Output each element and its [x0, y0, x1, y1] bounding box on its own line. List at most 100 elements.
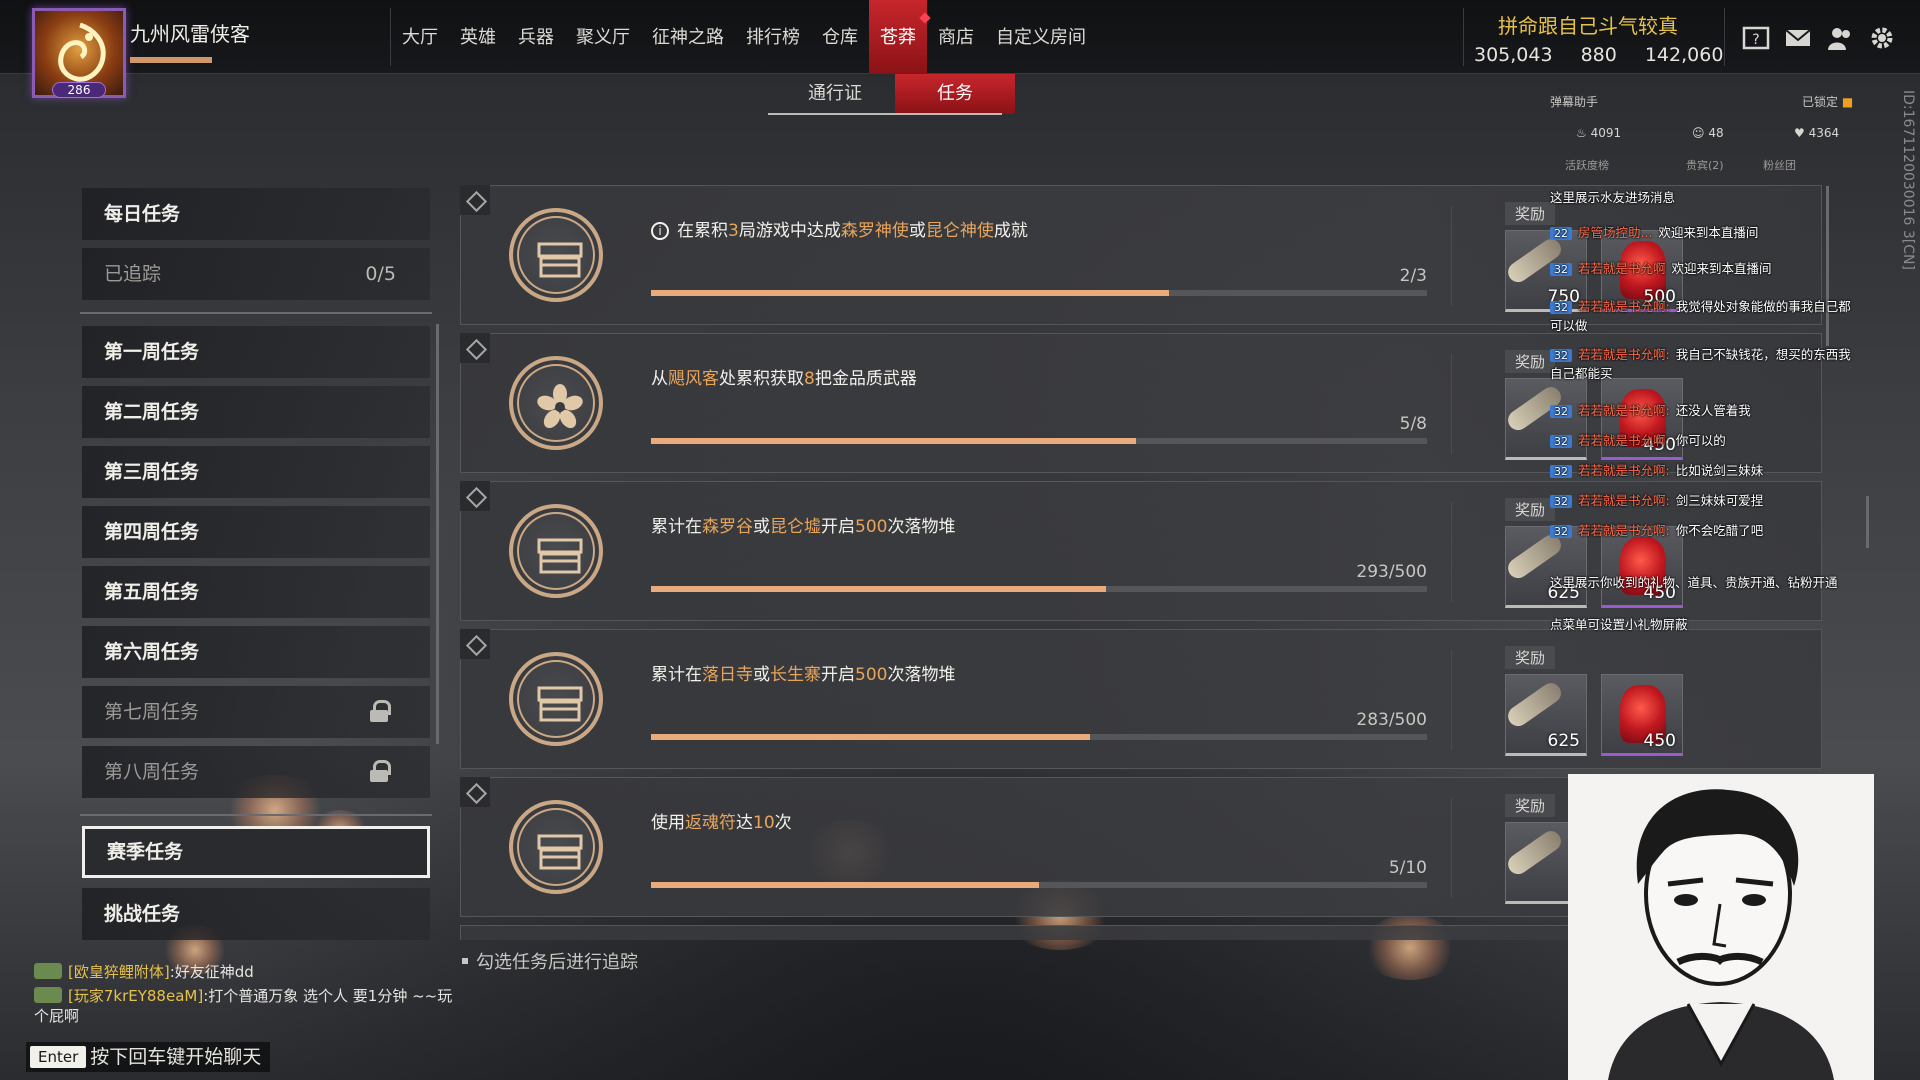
reward-count: 625 — [1547, 731, 1580, 751]
nav-item[interactable]: 聚义厅 — [565, 0, 641, 74]
sidebar-week-task[interactable]: 第四周任务 — [82, 506, 430, 558]
currency-b: 880 — [1580, 44, 1617, 66]
chat-hint: 按下回车键开始聊天 — [90, 1046, 262, 1068]
task-text-part: 8 — [804, 369, 815, 389]
sidebar-week-task[interactable]: 第七周任务 — [82, 686, 430, 738]
danmu-user: 若若就是书允啊: — [1578, 403, 1670, 418]
fan-badge: 32 — [1550, 495, 1572, 508]
task-progress-fill — [651, 290, 1169, 296]
reward-item-scroll[interactable]: 625 — [1504, 674, 1587, 756]
stream-id: ID:1671120030016 3[CN] — [1900, 90, 1916, 270]
dragon-emblem-icon — [58, 22, 106, 82]
danmu-text: 欢迎来到本直播间 — [1658, 225, 1759, 240]
currency-c: 142,060 — [1644, 44, 1724, 66]
track-checkbox[interactable] — [460, 481, 490, 511]
fire-icon: ♨ — [1576, 126, 1591, 140]
task-divider — [1451, 502, 1452, 602]
track-checkbox[interactable] — [460, 333, 490, 363]
danmu-user: 若若就是书允啊: — [1578, 299, 1670, 314]
overlay-tab-fans[interactable]: 粉丝团 — [1763, 157, 1796, 173]
sidebar-week-task[interactable]: 第五周任务 — [82, 566, 430, 618]
nav-item[interactable]: 商店 — [927, 0, 985, 74]
stat-users: 48 — [1708, 126, 1724, 140]
nav-item[interactable]: 仓库 — [811, 0, 869, 74]
tab-pass[interactable]: 通行证 — [775, 74, 895, 114]
sidebar-daily-tasks[interactable]: 每日任务 — [82, 188, 430, 240]
task-card[interactable]: 累计在落日寺或长生寨开启500次落物堆 283/500 奖励 625 450 — [460, 629, 1822, 769]
nav-item[interactable]: 兵器 — [507, 0, 565, 74]
task-progress-text: 5/10 — [1388, 858, 1427, 878]
fan-badge: 32 — [1550, 435, 1572, 448]
week-label: 第三周任务 — [104, 461, 200, 483]
chat-message: [欧皇猝鲤附体]:好友征神dd — [34, 962, 464, 982]
friends-icon[interactable] — [1826, 24, 1854, 52]
help-icon[interactable]: ? — [1742, 24, 1770, 52]
overlay-tab-vip[interactable]: 贵宾(2) — [1686, 157, 1724, 173]
nav-item[interactable]: 英雄 — [449, 0, 507, 74]
player-level: 286 — [52, 82, 106, 98]
task-text-part: 3 — [728, 221, 739, 241]
reward-label: 奖励 — [1505, 498, 1556, 521]
nav-item[interactable]: 苍莽 — [869, 0, 927, 74]
sidebar-week-task[interactable]: 第一周任务 — [82, 326, 430, 378]
nav-item[interactable]: 自定义房间 — [985, 0, 1097, 74]
locked-label: 已锁定 — [1802, 95, 1839, 109]
reward-item-gem[interactable]: 450 — [1601, 674, 1683, 756]
divider — [1463, 8, 1464, 66]
info-icon[interactable]: i — [651, 222, 669, 240]
overlay-stat-hot: ♨ 4091 — [1576, 126, 1621, 140]
task-text-part: 局游戏中达成 — [738, 221, 841, 241]
fan-badge: 32 — [1550, 301, 1572, 314]
overlay-locked[interactable]: 已锁定 ■ — [1802, 93, 1853, 110]
sidebar-week-task[interactable]: 第八周任务 — [82, 746, 430, 798]
task-description: 使用返魂符达10次 — [651, 808, 792, 833]
nav-item[interactable]: 大厅 — [391, 0, 449, 74]
danmu-message: 22 房管场控助... 欢迎来到本直播间 — [1550, 222, 1758, 241]
chat-user: [玩家7krEY88eaM] — [68, 987, 204, 1005]
fan-badge: 32 — [1550, 263, 1572, 276]
task-progress-text: 5/8 — [1399, 414, 1427, 434]
main-nav: 大厅 英雄 兵器 聚义厅 征神之路 排行榜 仓库 苍莽 商店 自定义房间 — [391, 0, 1097, 74]
chat-text: :好友征神dd — [169, 963, 254, 981]
task-divider — [1451, 354, 1452, 454]
streamer-avatar — [1568, 774, 1874, 1080]
mail-icon[interactable] — [1784, 24, 1812, 52]
fan-badge: 32 — [1550, 405, 1572, 418]
track-checkbox[interactable] — [460, 185, 490, 215]
danmu-message: 32 若若就是书允啊: 我自己不缺钱花，想买的东西我自己都能买 — [1550, 344, 1860, 382]
sidebar-tracked[interactable]: 已追踪 0/5 — [82, 248, 430, 300]
nav-item[interactable]: 排行榜 — [735, 0, 811, 74]
enter-key-badge: Enter — [30, 1046, 87, 1068]
tab-tasks[interactable]: 任务 — [895, 74, 1015, 114]
task-text-part: 500 — [855, 517, 888, 537]
overlay-tab-activity[interactable]: 活跃度榜 — [1565, 157, 1609, 173]
notice-text: 拼命跟自己斗气较真 — [1498, 14, 1678, 38]
lock-icon: ■ — [1841, 95, 1854, 109]
sidebar-week-task[interactable]: 第三周任务 — [82, 446, 430, 498]
sidebar-scrollbar[interactable] — [436, 324, 439, 744]
task-progress-text: 283/500 — [1356, 710, 1427, 730]
nav-item[interactable]: 征神之路 — [641, 0, 735, 74]
task-progress-bar — [651, 438, 1427, 444]
settings-gear-icon[interactable] — [1868, 24, 1896, 52]
track-checkbox[interactable] — [460, 777, 490, 807]
heart-icon: ♥ — [1794, 126, 1809, 140]
task-badge — [509, 504, 603, 598]
task-progress-bar — [651, 882, 1427, 888]
fan-badge: 32 — [1550, 465, 1572, 478]
task-description: 累计在落日寺或长生寨开启500次落物堆 — [651, 660, 955, 685]
danmu-user: 房管场控助... — [1578, 225, 1653, 240]
sidebar-challenge-tasks[interactable]: 挑战任务 — [82, 888, 430, 940]
danmu-message: 32 若若就是书允啊: 还没人管着我 — [1550, 400, 1751, 419]
task-text-part: 飓风客 — [668, 369, 719, 389]
danmu-message: 32 若若就是书允啊 欢迎来到本直播间 — [1550, 258, 1772, 277]
chat-input-bar[interactable]: Enter 按下回车键开始聊天 — [26, 1042, 270, 1072]
danmu-message: 32 若若就是书允啊: 你可以的 — [1550, 430, 1726, 449]
sidebar-week-task[interactable]: 第二周任务 — [82, 386, 430, 438]
sidebar-week-task[interactable]: 第六周任务 — [82, 626, 430, 678]
overlay-scrollbar[interactable] — [1866, 496, 1869, 548]
streamer-portrait-icon — [1608, 789, 1834, 1080]
task-badge — [509, 356, 603, 450]
track-checkbox[interactable] — [460, 629, 490, 659]
sidebar-season-tasks[interactable]: 赛季任务 — [82, 826, 430, 878]
